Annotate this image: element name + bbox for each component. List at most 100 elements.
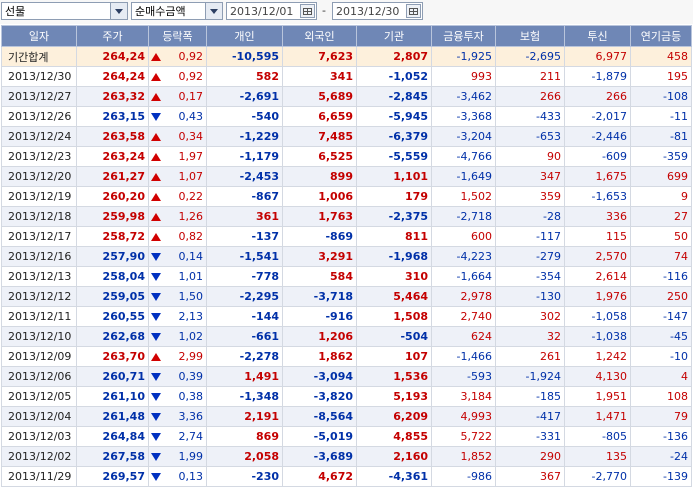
cell-pension: -10 xyxy=(630,346,692,367)
end-date-input[interactable]: 2013/12/30 xyxy=(332,2,423,20)
cell-insurance: -1,924 xyxy=(495,366,565,387)
col-header-foreign[interactable]: 외국인 xyxy=(282,25,357,47)
cell-date: 2013/12/04 xyxy=(1,406,77,427)
cell-trust: -2,770 xyxy=(564,466,631,487)
table-row[interactable]: 2013/12/16 257,90 0,14 -1,541 3,291 -1,968 -4,… xyxy=(1,246,692,267)
cell-insurance: 347 xyxy=(495,166,565,187)
cell-individual: -867 xyxy=(206,186,283,207)
table-row[interactable]: 2013/12/11 260,55 2,13 -144 -916 1,508 2,740 30… xyxy=(1,306,692,327)
start-date-calendar-button[interactable] xyxy=(300,4,315,18)
cell-trust: 135 xyxy=(564,446,631,467)
col-header-fin-invest[interactable]: 금융투자 xyxy=(431,25,496,47)
chevron-down-icon xyxy=(115,9,123,14)
table-row[interactable]: 2013/12/30 264,24 0,92 582 341 -1,052 993 211 -1… xyxy=(1,66,692,87)
table-row[interactable]: 2013/12/20 261,27 1,07 -2,453 899 1,101 -1,649… xyxy=(1,166,692,187)
cell-foreign: 341 xyxy=(282,66,357,87)
cell-foreign: -5,019 xyxy=(282,426,357,447)
table-row[interactable]: 2013/12/03 264,84 2,74 869 -5,019 4,855 5,722-… xyxy=(1,426,692,447)
up-triangle-icon xyxy=(151,233,161,241)
cell-price: 267,58 xyxy=(76,446,149,467)
cell-pension: 50 xyxy=(630,226,692,247)
cell-individual: -2,453 xyxy=(206,166,283,187)
cell-trust: -1,653 xyxy=(564,186,631,207)
cell-direction xyxy=(148,266,162,287)
cell-trust: 1,471 xyxy=(564,406,631,427)
cell-price: 263,32 xyxy=(76,86,149,107)
table-row[interactable]: 2013/12/24 263,58 0,34 -1,229 7,485 -6,379 -3,… xyxy=(1,126,692,147)
table-row[interactable]: 2013/12/10 262,68 1,02 -661 1,206 -504 624 32 -1… xyxy=(1,326,692,347)
cell-insurance: -28 xyxy=(495,206,565,227)
col-header-institution[interactable]: 기관 xyxy=(356,25,432,47)
table-row[interactable]: 2013/12/18 259,98 1,26 361 1,763 -2,375 -2,718… xyxy=(1,206,692,227)
table-row[interactable]: 2013/12/27 263,32 0,17 -2,691 5,689 -2,845 -3,… xyxy=(1,86,692,107)
col-header-date[interactable]: 일자 xyxy=(1,25,77,47)
cell-direction xyxy=(148,366,162,387)
up-triangle-icon xyxy=(151,193,161,201)
table-row[interactable]: 2013/12/02 267,58 1,99 2,058 -3,689 2,160 1,85… xyxy=(1,446,692,467)
metric-dropdown-button[interactable] xyxy=(205,3,222,19)
col-header-change[interactable]: 등락폭 xyxy=(148,25,207,47)
cell-individual: 1,491 xyxy=(206,366,283,387)
start-date-input[interactable]: 2013/12/01 xyxy=(226,2,317,20)
cell-change: 0,17 xyxy=(161,86,207,107)
market-select[interactable]: 선물 xyxy=(1,2,128,20)
cell-insurance: -433 xyxy=(495,106,565,127)
start-date-value: 2013/12/01 xyxy=(230,5,294,18)
table-row[interactable]: 2013/12/09 263,70 2,99 -2,278 1,862 107 -1,466… xyxy=(1,346,692,367)
cell-direction xyxy=(148,186,162,207)
table-row[interactable]: 2013/12/05 261,10 0,38 -1,348 -3,820 5,193 3,1… xyxy=(1,386,692,407)
cell-change: 0,34 xyxy=(161,126,207,147)
cell-fin-invest: -3,462 xyxy=(431,86,496,107)
cell-foreign: 584 xyxy=(282,266,357,287)
up-triangle-icon xyxy=(151,73,161,81)
cell-institution: 5,193 xyxy=(356,386,432,407)
cell-individual: 2,058 xyxy=(206,446,283,467)
col-header-trust[interactable]: 투신 xyxy=(564,25,631,47)
cell-direction xyxy=(148,346,162,367)
cell-change: 1,97 xyxy=(161,146,207,167)
cell-fin-invest: 5,722 xyxy=(431,426,496,447)
col-header-price[interactable]: 주가 xyxy=(76,25,149,47)
down-triangle-icon xyxy=(151,333,161,341)
cell-pension: -108 xyxy=(630,86,692,107)
cell-price: 259,98 xyxy=(76,206,149,227)
table-row[interactable]: 2013/12/17 258,72 0,82 -137 -869 811 600 -117 11… xyxy=(1,226,692,247)
cell-trust: -805 xyxy=(564,426,631,447)
cell-change: 0,38 xyxy=(161,386,207,407)
cell-fin-invest: 1,852 xyxy=(431,446,496,467)
table-row[interactable]: 2013/12/06 260,71 0,39 1,491 -3,094 1,536 -593… xyxy=(1,366,692,387)
up-triangle-icon xyxy=(151,173,161,181)
cell-pension: 4 xyxy=(630,366,692,387)
table-row[interactable]: 2013/12/12 259,05 1,50 -2,295 -3,718 5,464 2,9… xyxy=(1,286,692,307)
cell-foreign: -3,820 xyxy=(282,386,357,407)
cell-price: 261,10 xyxy=(76,386,149,407)
end-date-calendar-button[interactable] xyxy=(406,4,421,18)
table-row[interactable]: 2013/12/26 263,15 0,43 -540 6,659 -5,945 -3,36… xyxy=(1,106,692,127)
cell-change: 0,92 xyxy=(161,46,207,67)
col-header-individual[interactable]: 개인 xyxy=(206,25,283,47)
cell-trust: 115 xyxy=(564,226,631,247)
cell-pension: 250 xyxy=(630,286,692,307)
cell-institution: -2,375 xyxy=(356,206,432,227)
table-row[interactable]: 2013/12/23 263,24 1,97 -1,179 6,525 -5,559 -4,… xyxy=(1,146,692,167)
table-row[interactable]: 2013/11/29 269,57 0,13 -230 4,672 -4,361 -986 3… xyxy=(1,466,692,487)
cell-pension: -11 xyxy=(630,106,692,127)
col-header-pension[interactable]: 연기금등 xyxy=(630,25,692,47)
cell-insurance: 367 xyxy=(495,466,565,487)
market-select-value: 선물 xyxy=(5,5,26,18)
cell-pension: 108 xyxy=(630,386,692,407)
table-row[interactable]: 2013/12/13 258,04 1,01 -778 584 310 -1,664 -354… xyxy=(1,266,692,287)
cell-pension: 79 xyxy=(630,406,692,427)
cell-direction xyxy=(148,446,162,467)
table-row[interactable]: 2013/12/19 260,20 0,22 -867 1,006 179 1,502 359… xyxy=(1,186,692,207)
cell-institution: 5,464 xyxy=(356,286,432,307)
summary-row[interactable]: 기간합계 264,24 0,92 -10,595 7,623 2,807 -1,925 -2,… xyxy=(1,46,692,67)
table-row[interactable]: 2013/12/04 261,48 3,36 2,191 -8,564 6,209 4,99… xyxy=(1,406,692,427)
col-header-insurance[interactable]: 보험 xyxy=(495,25,565,47)
cell-price: 263,58 xyxy=(76,126,149,147)
market-dropdown-button[interactable] xyxy=(110,3,127,19)
metric-select[interactable]: 순매수금액 xyxy=(131,2,223,20)
cell-pension: -147 xyxy=(630,306,692,327)
cell-insurance: -331 xyxy=(495,426,565,447)
cell-fin-invest: -1,664 xyxy=(431,266,496,287)
